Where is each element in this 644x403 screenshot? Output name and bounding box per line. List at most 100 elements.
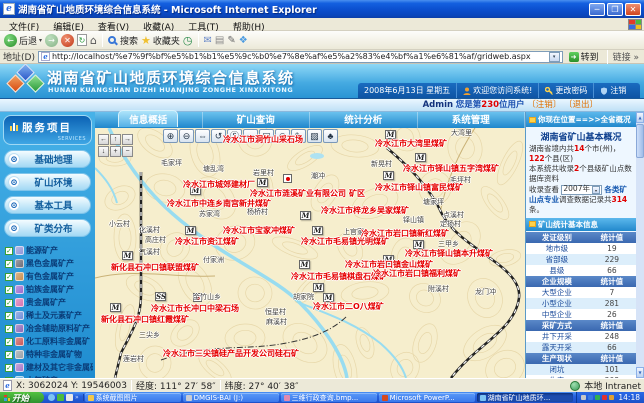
map-tool-zoom-out[interactable]: ⊖ [179,129,194,143]
taskbar-button[interactable]: DMGIS-BAI (J:) [183,393,279,402]
layer-item[interactable]: ✓化工原料非金属矿 [2,335,93,348]
layer-checkbox[interactable]: ✓ [5,325,13,333]
taskbar-button[interactable]: 三维行政查询.bmp... [281,393,377,402]
tray-app3-icon[interactable] [609,395,614,400]
layer-checkbox[interactable]: ✓ [5,312,13,320]
layer-item[interactable]: ✓有色金属矿产 [2,270,93,283]
layer-item[interactable]: ✓稀土及元素矿产 [2,309,93,322]
tray-display-icon[interactable] [588,395,593,400]
tab-label: 统计分析 [334,111,392,127]
minimize-button[interactable]: ─ [589,3,605,16]
taskbar: 开始 » 系统截图图片DMGIS-BAI (J:)三维行政查询.bmp...Mi… [0,392,644,403]
mine-marker: M [110,303,121,312]
pan-button[interactable]: ← [98,134,109,145]
layer-checkbox[interactable]: ✓ [5,247,13,255]
mail-button[interactable]: ✉ [204,34,212,47]
quick-launch-ie-icon[interactable] [48,394,55,401]
home-button[interactable]: ⌂ [90,34,97,47]
forward-button[interactable]: → [45,34,58,47]
favorites-button[interactable]: ★ 收藏夹 [141,34,180,47]
tab-矿山查询[interactable]: 矿山查询 [203,112,311,128]
close-button[interactable]: ✕ [625,3,641,16]
sidebar-button-矿类分布[interactable]: ⊙矿类分布 [4,219,91,237]
links-label[interactable]: 链接 » [613,50,641,63]
pan-button[interactable]: ↓ [98,146,109,157]
mine-label: 冷水江市资江煤矿 [175,238,239,246]
taskbar-button[interactable]: Microsoft PowerP... [379,393,475,402]
address-dropdown-icon[interactable]: ▾ [549,52,560,62]
mine-marker: M [413,240,424,249]
scroll-up-icon[interactable]: ▲ [636,112,644,123]
tray-printer-icon[interactable] [581,395,586,400]
start-button[interactable]: 开始 [0,392,44,403]
tab-label: 系统管理 [442,111,500,127]
layer-label: 贵金属矿产 [26,297,66,308]
address-input[interactable]: e http://localhost/%e7%9f%bf%e5%b1%b1%e5… [38,51,563,63]
layer-checkbox[interactable]: ✓ [5,299,13,307]
layer-item[interactable]: ✓能源矿产 [2,244,93,257]
maximize-button[interactable]: ❐ [607,3,623,16]
layer-item[interactable]: ✓ 贵金属矿产 [2,296,93,309]
messenger-button[interactable]: ❖ [239,34,248,47]
layer-checkbox[interactable]: ✓ [5,338,13,346]
edit-button[interactable]: ✎ [227,34,235,47]
layer-item[interactable]: ✓建材及其它非金属矿物 [2,361,93,374]
print-button[interactable]: ▤ [215,34,224,47]
tray-app2-icon[interactable] [602,395,607,400]
tray-app1-icon[interactable] [595,395,600,400]
map-tool-pan[interactable]: ⇔ [195,129,210,143]
place-name: 岩里村 [253,170,274,177]
back-button[interactable]: ← 后退 ▾ [4,34,42,47]
folder-icon [88,395,94,401]
refresh-button[interactable]: ↻ [77,34,87,46]
layer-label: 特种非金属矿物 [26,349,82,360]
pan-button[interactable]: + [110,146,121,157]
layer-item[interactable]: ✓铂族金属矿产 [2,283,93,296]
layer-checkbox[interactable]: ✓ [5,364,13,372]
layer-checkbox[interactable]: ✓ [5,351,13,359]
layer-checkbox[interactable]: ✓ [5,273,13,281]
tab-信息概括[interactable]: 信息概括 [95,112,203,128]
layer-item[interactable]: ✓黑色金属矿产 [2,257,93,270]
pan-button[interactable]: → [122,134,133,145]
tab-系统管理[interactable]: 系统管理 [418,112,526,128]
taskbar-button[interactable]: 系统截图图片 [85,393,181,402]
exit-text-link[interactable]: 〔退出〕 [564,100,598,110]
map-canvas[interactable]: ←↑→↓+− ⊕⊖⇔↺Ⓢ▭◱◎✎▨♣ MMMMMMMMMMMMMMMSS大湾里毛… [95,128,525,378]
layer-checkbox[interactable]: ✓ [5,260,13,268]
pan-button[interactable]: ↑ [110,134,121,145]
sidebar-button-矿山环境[interactable]: ⊙矿山环境 [4,173,91,191]
map-tool-legend[interactable]: ♣ [323,129,338,143]
sidebar-button-基础地理[interactable]: ⊙基础地理 [4,150,91,168]
logout-link[interactable]: 注销 [594,83,632,98]
place-name: 点溪村 [443,212,464,219]
map-tool-clear[interactable]: ▨ [307,129,322,143]
stats-row: 大型企业7 [526,287,636,298]
scroll-down-icon[interactable]: ▼ [636,367,644,378]
quick-launch-media-icon[interactable] [66,394,73,401]
layer-item[interactable]: ✓冶金辅助原料矿产 [2,322,93,335]
stop-button[interactable]: ✕ [61,34,74,47]
quick-launch-more-icon[interactable]: » [75,394,79,401]
pan-button[interactable]: − [122,146,133,157]
sidebar-button-基本工具[interactable]: ⊙基本工具 [4,196,91,214]
layer-item[interactable]: ✓ 特种非金属矿物 [2,348,93,361]
mine-label: 冷水江市铎山镇富民煤矿 [375,184,463,192]
search-button[interactable]: 搜索 [108,34,138,47]
welcome-link[interactable]: 欢迎您访问系统! [457,83,539,98]
stats-group-header: 企业规模统计值 [526,276,636,287]
taskbar-button[interactable]: 湖南省矿山地质环... [477,393,573,402]
quick-launch-desktop-icon[interactable] [57,394,64,401]
layer-checkbox[interactable]: ✓ [5,286,13,294]
history-button[interactable]: ◷ [183,34,193,47]
change-password-link[interactable]: 更改密码 [539,83,594,98]
tab-统计分析[interactable]: 统计分析 [310,112,418,128]
map-tool-zoom-in[interactable]: ⊕ [163,129,178,143]
logout-text-link[interactable]: 〔注销〕 [527,100,561,110]
vertical-scrollbar[interactable]: ▲ ▼ [636,112,644,378]
visitor-count: 230 [481,100,499,110]
year-select[interactable]: 2007年▾ [561,185,602,195]
back-dropdown-icon[interactable]: ▾ [39,37,42,44]
go-button[interactable]: ➜ 转到 [566,50,602,63]
scrollbar-thumb[interactable] [636,124,644,158]
